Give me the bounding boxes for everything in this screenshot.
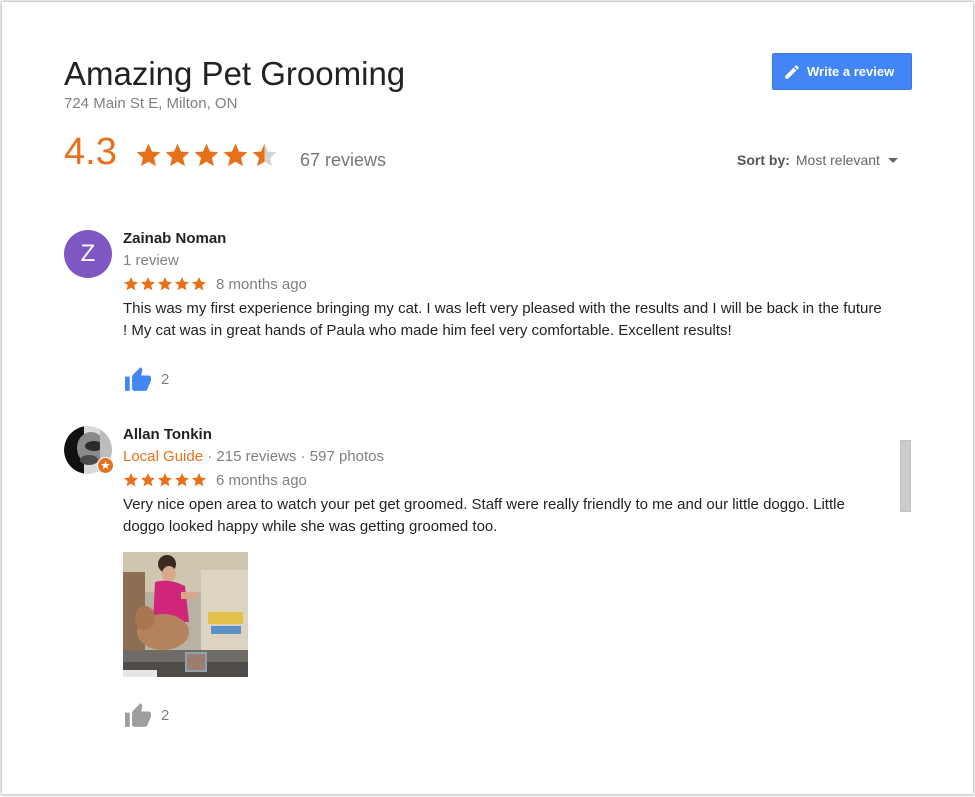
like-button[interactable]: 2 bbox=[123, 702, 169, 728]
star-icon bbox=[141, 277, 155, 291]
business-name: Amazing Pet Grooming bbox=[64, 55, 406, 92]
reviewer-meta: 1 review bbox=[123, 252, 179, 269]
write-review-button[interactable]: Write a review bbox=[772, 53, 912, 90]
like-button[interactable]: 2 bbox=[123, 366, 169, 392]
sort-dropdown[interactable]: Sort by: Most relevant bbox=[737, 152, 898, 168]
scrollbar-thumb[interactable] bbox=[900, 440, 911, 512]
review-count: 67 reviews bbox=[300, 150, 387, 170]
reviewer-stats: · 215 reviews · 597 photos bbox=[203, 448, 384, 465]
star-icon bbox=[223, 143, 248, 166]
review-stars: 6 months ago bbox=[123, 470, 307, 490]
local-guide-badge-icon bbox=[97, 457, 114, 474]
star-icon bbox=[141, 473, 155, 487]
review-stars: 8 months ago bbox=[123, 274, 307, 294]
star-icon bbox=[175, 473, 189, 487]
review-item: Z Zainab Noman 1 review 8 months ago Thi… bbox=[64, 230, 914, 392]
average-rating-stars bbox=[135, 138, 280, 172]
write-review-label: Write a review bbox=[807, 64, 895, 79]
sort-label: Sort by: bbox=[737, 152, 790, 168]
star-icon bbox=[158, 473, 172, 487]
thumbs-up-icon bbox=[125, 367, 151, 391]
like-count: 2 bbox=[161, 370, 170, 388]
caret-down-icon bbox=[887, 157, 898, 163]
star-icon bbox=[175, 277, 189, 291]
star-icon bbox=[136, 143, 161, 166]
review-author[interactable]: Allan Tonkin bbox=[123, 426, 212, 443]
thumbs-up-icon bbox=[125, 703, 151, 727]
star-icon bbox=[192, 277, 206, 291]
review-date: 6 months ago bbox=[216, 471, 307, 489]
star-icon bbox=[165, 143, 190, 166]
business-address: 724 Main St E, Milton, ON bbox=[64, 95, 238, 112]
avatar[interactable]: Z bbox=[64, 230, 112, 278]
star-icon bbox=[194, 143, 219, 166]
review-date: 8 months ago bbox=[216, 275, 307, 293]
reviewer-meta: Local Guide · 215 reviews · 597 photos bbox=[123, 448, 384, 465]
reviews-dialog: Amazing Pet Grooming 724 Main St E, Milt… bbox=[2, 2, 973, 794]
pencil-icon bbox=[783, 63, 801, 81]
review-author[interactable]: Zainab Noman bbox=[123, 230, 226, 247]
review-photo[interactable] bbox=[123, 552, 248, 677]
review-text: Very nice open area to watch your pet ge… bbox=[123, 496, 845, 535]
review-text: This was my first experience bringing my… bbox=[123, 300, 882, 339]
average-rating: 4.3 bbox=[64, 131, 117, 173]
sort-value: Most relevant bbox=[795, 152, 880, 168]
star-icon bbox=[192, 473, 206, 487]
half-star-icon bbox=[252, 143, 277, 166]
review-item: Allan Tonkin Local Guide · 215 reviews ·… bbox=[64, 426, 914, 736]
star-icon bbox=[124, 473, 138, 487]
like-count: 2 bbox=[161, 706, 170, 724]
star-icon bbox=[158, 277, 172, 291]
star-icon bbox=[124, 277, 138, 291]
local-guide-label: Local Guide bbox=[123, 448, 204, 465]
